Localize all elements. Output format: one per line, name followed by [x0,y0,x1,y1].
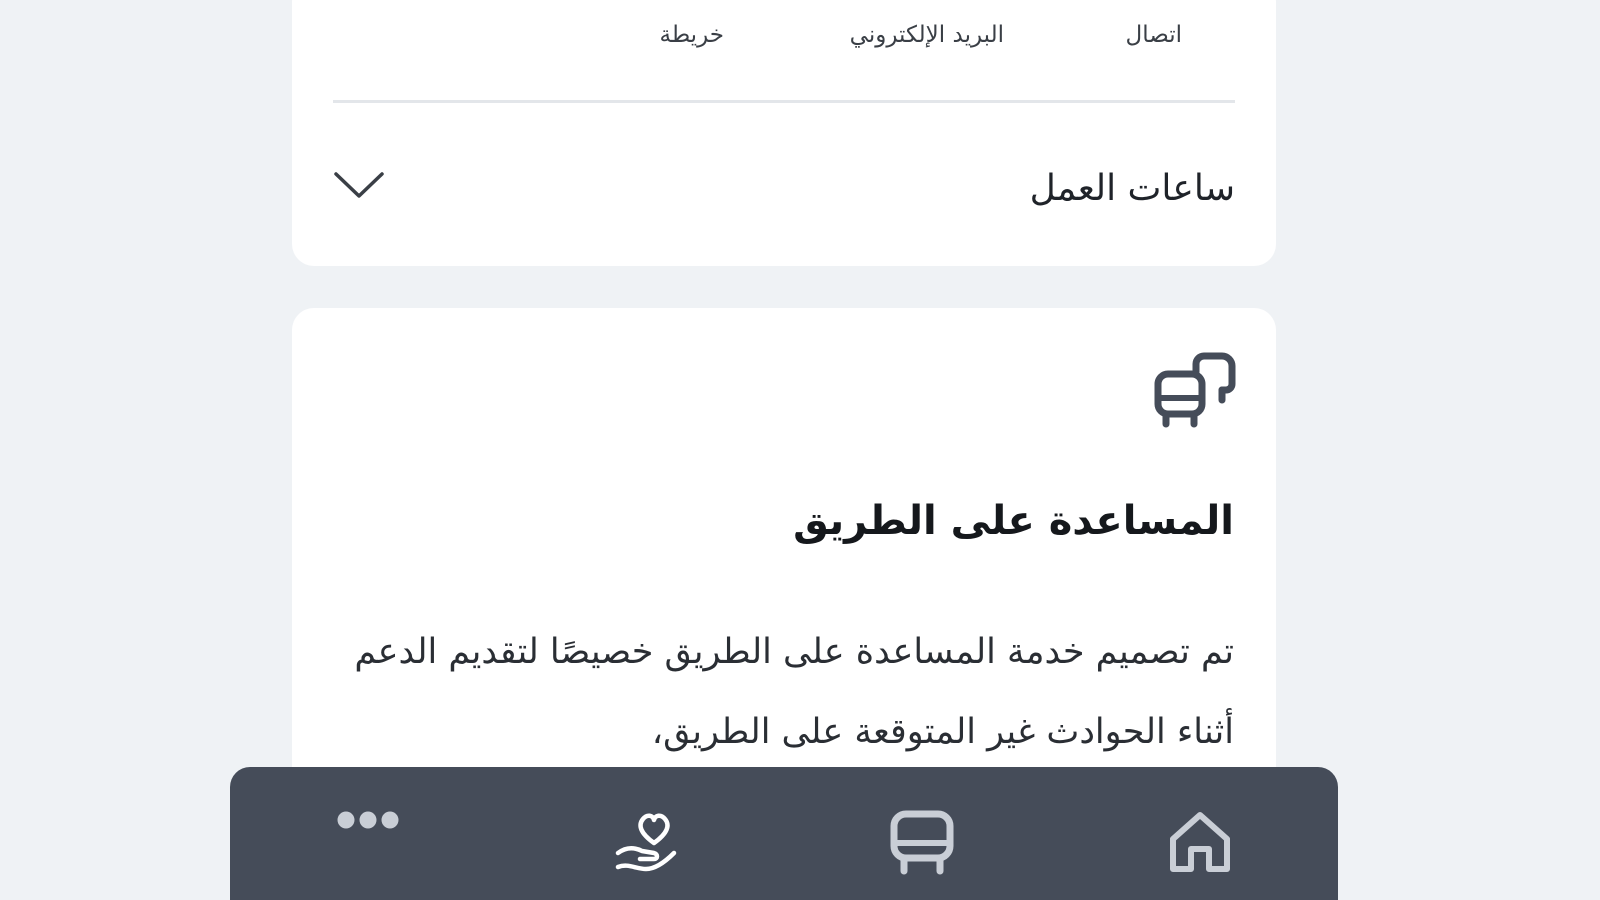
working-hours-label: ساعات العمل [1029,168,1235,209]
call-link[interactable]: اتصال [1126,22,1182,48]
care-hand-heart-icon [615,813,677,872]
road-assistance-title: المساعدة على الطريق [793,498,1234,544]
bus-icon [890,810,954,875]
contact-card: اتصال البريد الإلكتروني خريطة ساعات العم… [292,0,1276,266]
email-link[interactable]: البريد الإلكتروني [850,22,1004,48]
bottom-navigation [230,767,1338,900]
nav-home[interactable] [1160,809,1240,879]
working-hours-toggle[interactable]: ساعات العمل [333,150,1235,230]
nav-more[interactable] [328,809,408,879]
home-icon [1170,812,1230,872]
more-dots-icon [337,811,399,829]
map-link[interactable]: خريطة [659,22,724,48]
contact-links: اتصال البريد الإلكتروني خريطة [292,0,1276,80]
vehicles-icon [1154,352,1236,428]
divider [333,100,1235,103]
nav-bus[interactable] [882,809,962,879]
nav-care[interactable] [606,809,686,879]
road-assistance-description: تم تصميم خدمة المساعدة على الطريق خصيصًا… [354,632,1234,752]
chevron-down-icon[interactable] [333,168,385,202]
